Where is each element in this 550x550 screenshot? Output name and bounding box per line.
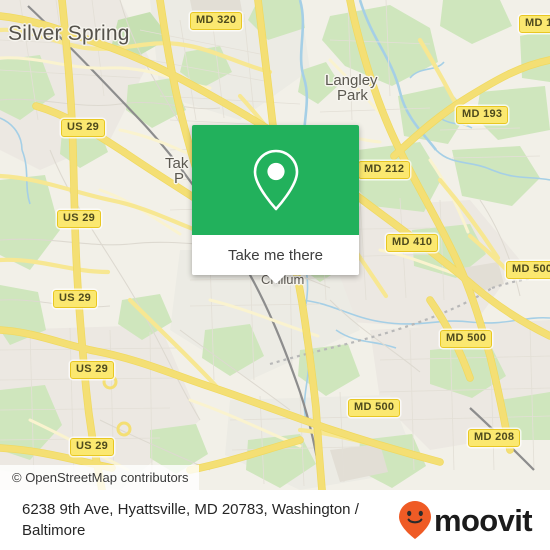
take-me-there-button[interactable]: Take me there xyxy=(192,235,359,275)
moovit-smiling-pin-icon xyxy=(398,501,431,539)
moovit-wordmark: moovit xyxy=(433,502,533,538)
highway-shield-us-29-c: US 29 xyxy=(53,290,98,308)
highway-shield-us-29-d: US 29 xyxy=(70,361,115,379)
highway-shield-us-29-e: US 29 xyxy=(70,438,115,456)
highway-shield-us-29-a: US 29 xyxy=(61,119,106,137)
address-text: 6238 9th Ave, Hyattsville, MD 20783, Was… xyxy=(22,501,359,539)
highway-shield-md-500-b: MD 500 xyxy=(440,330,493,348)
highway-shield-md-320: MD 320 xyxy=(190,12,243,30)
highway-shield-md-212: MD 212 xyxy=(358,161,411,179)
highway-shield-md-500-a: MD 500 xyxy=(506,261,550,279)
openstreetmap-attribution[interactable]: © OpenStreetMap contributors xyxy=(0,465,199,490)
map-screenshot: .water { fill:none; stroke:#a5cfe6; stro… xyxy=(0,0,550,550)
highway-shield-md-500-c: MD 500 xyxy=(348,399,401,417)
poi-card-pointer-tail xyxy=(265,274,286,284)
footer-bar: 6238 9th Ave, Hyattsville, MD 20783, Was… xyxy=(0,490,550,550)
map-canvas[interactable]: .water { fill:none; stroke:#a5cfe6; stro… xyxy=(0,0,550,490)
moovit-logo[interactable]: moovit xyxy=(398,500,550,540)
attribution-text: © OpenStreetMap contributors xyxy=(12,470,189,485)
highway-shield-us-29-b: US 29 xyxy=(57,210,102,228)
poi-callout-card[interactable]: Take me there xyxy=(192,125,359,284)
highway-shield-md-410: MD 410 xyxy=(386,234,439,252)
location-pin-icon xyxy=(253,149,298,211)
highway-shield-md-208: MD 208 xyxy=(468,429,521,447)
highway-shield-md-193: MD 193 xyxy=(456,106,509,124)
highway-shield-md-19x: MD 19 xyxy=(519,15,550,33)
take-me-there-label: Take me there xyxy=(227,246,324,264)
poi-card-header xyxy=(192,125,359,235)
